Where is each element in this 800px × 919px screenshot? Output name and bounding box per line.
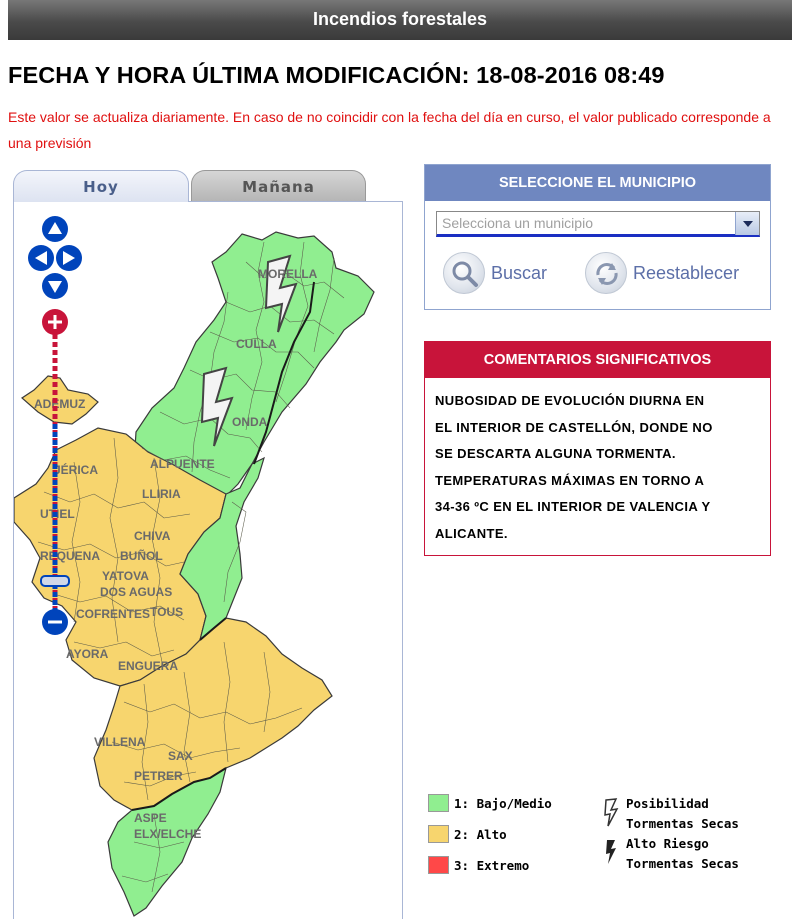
refresh-icon xyxy=(585,252,627,294)
map-label-culla: CULLA xyxy=(236,337,277,351)
risk-map[interactable]: MORELLA CULLA ADEMUZ ONDA ALPUENTE JÉRIC… xyxy=(14,202,403,919)
comentario-line: EL INTERIOR DE CASTELLÓN, DONDE NO xyxy=(435,419,713,435)
reestablecer-label: Reestablecer xyxy=(633,262,740,283)
lightning-outline-icon xyxy=(604,798,619,827)
legend-extremo: 3: Extremo xyxy=(428,856,529,874)
map-label-jerica: JÉRICA xyxy=(54,462,98,477)
map-label-requena: REQUENA xyxy=(40,549,100,563)
municipio-select[interactable]: Selecciona un municipio xyxy=(436,211,760,237)
map-label-bunol: BUÑOL xyxy=(120,548,163,563)
legend-label-extremo: 3: Extremo xyxy=(454,857,530,873)
comentario-line: 34-36 ºC EN EL INTERIOR DE VALENCIA Y xyxy=(435,499,711,514)
legend-label-bajo: 1: Bajo/Medio xyxy=(454,795,552,811)
legend-alto: 2: Alto xyxy=(428,825,507,843)
legend-label-alto: 2: Alto xyxy=(454,826,507,842)
page-title: Incendios forestales xyxy=(312,9,488,29)
magnifier-icon xyxy=(443,252,485,294)
comentario-line: SE DESCARTA ALGUNA TORMENTA. xyxy=(435,446,676,461)
map-label-petrer: PETRER xyxy=(134,769,183,783)
zoom-slider-handle[interactable] xyxy=(40,575,70,587)
map-label-alpuente: ALPUENTE xyxy=(150,457,215,471)
reestablecer-button[interactable]: Reestablecer xyxy=(585,251,739,295)
storm-alto-line2: Tormentas Secas xyxy=(626,856,739,871)
comentarios-body: NUBOSIDAD DE EVOLUCIÓN DIURNA EN EL INTE… xyxy=(425,378,770,547)
map-label-aspe: ASPE xyxy=(134,811,167,825)
map-label-chiva: CHIVA xyxy=(134,529,171,543)
legend-swatch-bajo xyxy=(428,794,449,812)
storm-posibilidad-line2: Tormentas Secas xyxy=(626,816,739,831)
map-panel[interactable]: MORELLA CULLA ADEMUZ ONDA ALPUENTE JÉRIC… xyxy=(13,201,403,919)
legend-swatch-extremo xyxy=(428,856,449,874)
map-pan-control[interactable] xyxy=(28,216,82,299)
map-label-villena: VILLENA xyxy=(94,735,146,749)
buscar-button[interactable]: Buscar xyxy=(443,251,547,295)
map-label-cofrentes: COFRENTES xyxy=(76,607,150,621)
tab-manana[interactable]: Mañana xyxy=(191,170,366,202)
comentario-line: TEMPERATURAS MÁXIMAS EN TORNO A xyxy=(435,472,705,488)
map-label-enguera: ENGUERA xyxy=(118,659,178,673)
map-label-elche: ELX/ELCHE xyxy=(134,827,201,841)
municipio-header: SELECCIONE EL MUNICIPIO xyxy=(425,165,770,201)
map-label-sax: SAX xyxy=(168,749,193,763)
lightning-solid-icon xyxy=(606,840,616,864)
tab-hoy[interactable]: Hoy xyxy=(13,170,189,202)
map-label-ademuz: ADEMUZ xyxy=(34,397,85,411)
municipio-panel: SELECCIONE EL MUNICIPIO Selecciona un mu… xyxy=(424,164,771,310)
map-label-llira: LLIRIA xyxy=(142,487,181,501)
chevron-down-icon[interactable] xyxy=(735,212,759,235)
legend-swatch-alto xyxy=(428,825,449,843)
legend-storm-posibilidad: Posibilidad Tormentas Secas xyxy=(602,794,739,834)
legend-bajo: 1: Bajo/Medio xyxy=(428,794,552,812)
municipio-select-placeholder: Selecciona un municipio xyxy=(442,215,593,231)
map-label-dosaguas: DOS AGUAS xyxy=(100,585,172,599)
update-note: Este valor se actualiza diariamente. En … xyxy=(8,109,771,151)
comentarios-header: COMENTARIOS SIGNIFICATIVOS xyxy=(425,342,770,378)
fecha-modificacion: FECHA Y HORA ÚLTIMA MODIFICACIÓN: 18-08-… xyxy=(8,62,665,88)
storm-alto-line1: Alto Riesgo xyxy=(626,836,709,851)
buscar-label: Buscar xyxy=(491,262,548,283)
map-label-ayora: AYORA xyxy=(66,647,109,661)
title-bar: Incendios forestales xyxy=(8,0,792,40)
legend-storm-alto-riesgo: Alto Riesgo Tormentas Secas xyxy=(602,834,739,874)
map-label-morella: MORELLA xyxy=(258,267,318,281)
comentario-line: NUBOSIDAD DE EVOLUCIÓN DIURNA EN xyxy=(435,393,705,408)
map-label-tous: TOUS xyxy=(150,605,183,619)
comentarios-panel: COMENTARIOS SIGNIFICATIVOS NUBOSIDAD DE … xyxy=(424,341,771,556)
comentario-line: ALICANTE. xyxy=(435,525,508,541)
map-label-yatova: YATOVA xyxy=(102,569,149,583)
storm-posibilidad-line1: Posibilidad xyxy=(626,796,709,811)
map-label-onda: ONDA xyxy=(232,415,268,429)
